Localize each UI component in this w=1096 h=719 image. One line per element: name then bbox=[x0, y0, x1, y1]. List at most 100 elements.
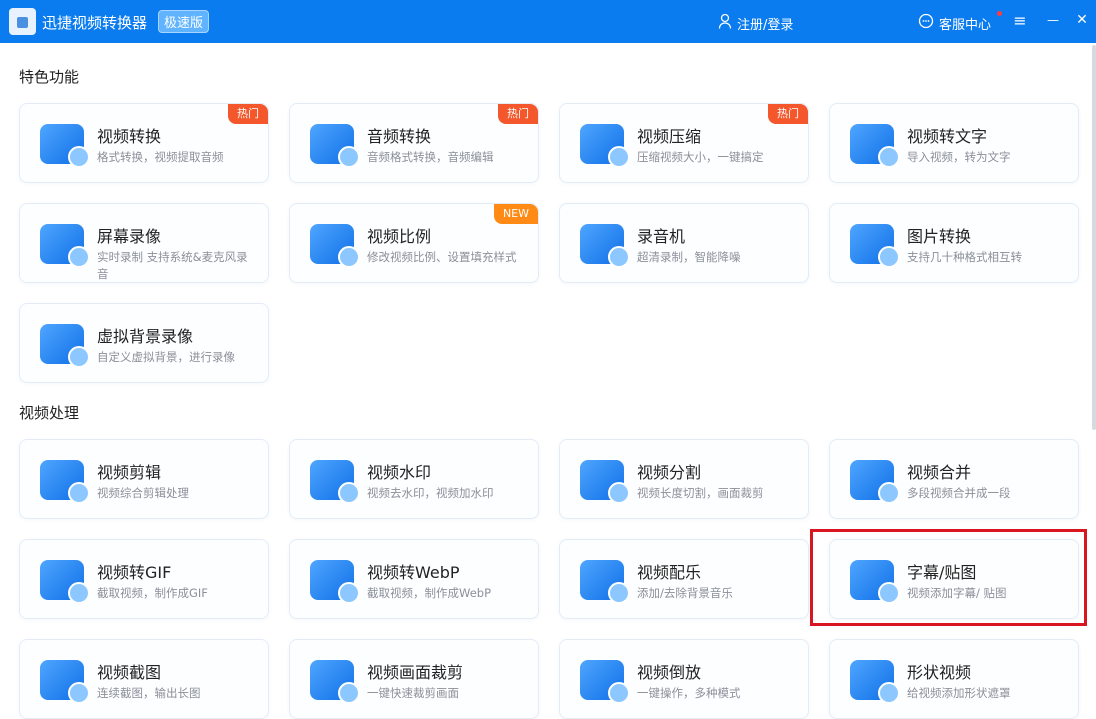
feature-icon bbox=[850, 224, 900, 268]
card-desc: 支持几十种格式相互转 bbox=[907, 250, 1022, 264]
feature-card[interactable]: 视频画面裁剪一键快速裁剪画面 bbox=[289, 639, 539, 719]
card-desc: 导入视频，转为文字 bbox=[907, 150, 1011, 164]
feature-icon bbox=[580, 224, 630, 268]
user-icon bbox=[718, 13, 732, 33]
card-title: 视频转WebP bbox=[367, 563, 460, 582]
feature-icon bbox=[40, 660, 90, 704]
feature-card[interactable]: 视频剪辑视频综合剪辑处理 bbox=[19, 439, 269, 519]
card-desc: 视频长度切割，画面裁剪 bbox=[637, 486, 764, 500]
feature-icon bbox=[580, 660, 630, 704]
minimize-button[interactable]: — bbox=[1043, 13, 1063, 27]
card-title: 视频画面裁剪 bbox=[367, 663, 464, 682]
feature-card[interactable]: 视频水印视频去水印，视频加水印 bbox=[289, 439, 539, 519]
feature-card[interactable]: 录音机 超清录制，智能降噪 bbox=[559, 203, 809, 283]
card-title: 形状视频 bbox=[907, 663, 972, 682]
feature-card[interactable]: 视频截图连续截图，输出长图 bbox=[19, 639, 269, 719]
feature-icon bbox=[850, 124, 900, 168]
card-title: 视频转文字 bbox=[907, 127, 988, 146]
card-title: 视频压缩 bbox=[637, 127, 702, 146]
login-label: 注册/登录 bbox=[737, 17, 794, 33]
feature-card[interactable]: 形状视频给视频添加形状遮罩 bbox=[829, 639, 1079, 719]
card-desc: 给视频添加形状遮罩 bbox=[907, 686, 1011, 700]
card-title: 录音机 bbox=[637, 227, 686, 246]
card-desc: 修改视频比例、设置填充样式 bbox=[367, 250, 517, 264]
card-title: 视频合并 bbox=[907, 463, 972, 482]
feature-card[interactable]: 音频转换音频格式转换，音频编辑 热门 bbox=[289, 103, 539, 183]
notification-dot bbox=[997, 11, 1002, 16]
feature-icon bbox=[40, 560, 90, 604]
card-title: 视频配乐 bbox=[637, 563, 702, 582]
feature-icon bbox=[580, 560, 630, 604]
chat-icon bbox=[918, 13, 934, 33]
card-title: 视频剪辑 bbox=[97, 463, 162, 482]
card-desc: 自定义虚拟背景，进行录像 bbox=[97, 350, 235, 364]
close-button[interactable]: ✕ bbox=[1072, 12, 1092, 28]
support-label: 客服中心 bbox=[939, 17, 992, 33]
card-desc: 实时录制 支持系统&麦克风录音 bbox=[97, 250, 248, 281]
feature-icon bbox=[40, 124, 90, 168]
feature-card[interactable]: 视频分割视频长度切割，画面裁剪 bbox=[559, 439, 809, 519]
highlight-box bbox=[810, 529, 1087, 626]
menu-icon[interactable]: ≡ bbox=[1010, 11, 1030, 30]
feature-icon bbox=[40, 324, 90, 368]
feature-icon bbox=[40, 224, 90, 268]
feature-card[interactable]: 视频转换格式转换，视频提取音频 热门 bbox=[19, 103, 269, 183]
feature-card[interactable]: 视频转WebP 截取视频，制作成WebP bbox=[289, 539, 539, 619]
card-title: 音频转换 bbox=[367, 127, 432, 146]
scrollbar[interactable] bbox=[1092, 45, 1096, 430]
edition-badge: 极速版 bbox=[158, 10, 210, 33]
feature-card[interactable]: 图片转换支持几十种格式相互转 bbox=[829, 203, 1079, 283]
card-badge: 热门 bbox=[498, 104, 538, 124]
card-title: 虚拟背景录像 bbox=[97, 327, 194, 346]
feature-card[interactable]: 视频合并多段视频合并成一段 bbox=[829, 439, 1079, 519]
card-badge: 热门 bbox=[228, 104, 268, 124]
card-desc: 添加/去除背景音乐 bbox=[637, 586, 733, 600]
card-desc: 截取视频，制作成WebP bbox=[367, 586, 492, 600]
feature-card[interactable]: 视频配乐添加/去除背景音乐 bbox=[559, 539, 809, 619]
card-desc: 音频格式转换，音频编辑 bbox=[367, 150, 494, 164]
card-desc: 一键操作，多种模式 bbox=[637, 686, 741, 700]
feature-icon bbox=[310, 460, 360, 504]
card-title: 视频水印 bbox=[367, 463, 432, 482]
card-desc: 一键快速裁剪画面 bbox=[367, 686, 459, 700]
app-logo-icon bbox=[9, 8, 36, 35]
feature-card[interactable]: 虚拟背景录像自定义虚拟背景，进行录像 bbox=[19, 303, 269, 383]
feature-icon bbox=[40, 460, 90, 504]
card-desc: 连续截图，输出长图 bbox=[97, 686, 201, 700]
feature-icon bbox=[580, 460, 630, 504]
card-desc: 视频去水印，视频加水印 bbox=[367, 486, 494, 500]
card-title: 视频倒放 bbox=[637, 663, 702, 682]
feature-icon bbox=[310, 124, 360, 168]
feature-card[interactable]: 视频倒放一键操作，多种模式 bbox=[559, 639, 809, 719]
card-badge: NEW bbox=[493, 204, 538, 224]
card-desc: 压缩视频大小，一键搞定 bbox=[637, 150, 764, 164]
feature-card[interactable]: 屏幕录像实时录制 支持系统&麦克风录音 bbox=[19, 203, 269, 283]
login-button[interactable]: 注册/登录 bbox=[718, 13, 793, 33]
card-title: 视频分割 bbox=[637, 463, 702, 482]
card-title: 屏幕录像 bbox=[97, 227, 162, 246]
title-bar: 迅捷视频转换器 极速版 注册/登录 客服中心 ≡ — ✕ bbox=[0, 0, 1096, 43]
card-title: 图片转换 bbox=[907, 227, 972, 246]
feature-icon bbox=[850, 460, 900, 504]
card-desc: 视频综合剪辑处理 bbox=[97, 486, 189, 500]
feature-card[interactable]: 视频转文字导入视频，转为文字 bbox=[829, 103, 1079, 183]
section-title: 视频处理 bbox=[19, 404, 80, 422]
card-title: 视频截图 bbox=[97, 663, 162, 682]
feature-icon bbox=[310, 560, 360, 604]
card-title: 视频转换 bbox=[97, 127, 162, 146]
card-title: 视频比例 bbox=[367, 227, 432, 246]
card-desc: 格式转换，视频提取音频 bbox=[97, 150, 224, 164]
feature-card[interactable]: 视频转GIF 截取视频，制作成GIF bbox=[19, 539, 269, 619]
app-name: 迅捷视频转换器 bbox=[42, 14, 148, 32]
support-button[interactable]: 客服中心 bbox=[918, 13, 991, 33]
feature-icon bbox=[850, 660, 900, 704]
feature-card[interactable]: 视频压缩压缩视频大小，一键搞定 热门 bbox=[559, 103, 809, 183]
feature-icon bbox=[310, 660, 360, 704]
card-title: 视频转GIF bbox=[97, 563, 172, 582]
section-title: 特色功能 bbox=[19, 68, 80, 86]
feature-icon bbox=[580, 124, 630, 168]
feature-icon bbox=[310, 224, 360, 268]
card-badge: 热门 bbox=[768, 104, 808, 124]
feature-card[interactable]: 视频比例修改视频比例、设置填充样式 NEW bbox=[289, 203, 539, 283]
card-desc: 多段视频合并成一段 bbox=[907, 486, 1011, 500]
